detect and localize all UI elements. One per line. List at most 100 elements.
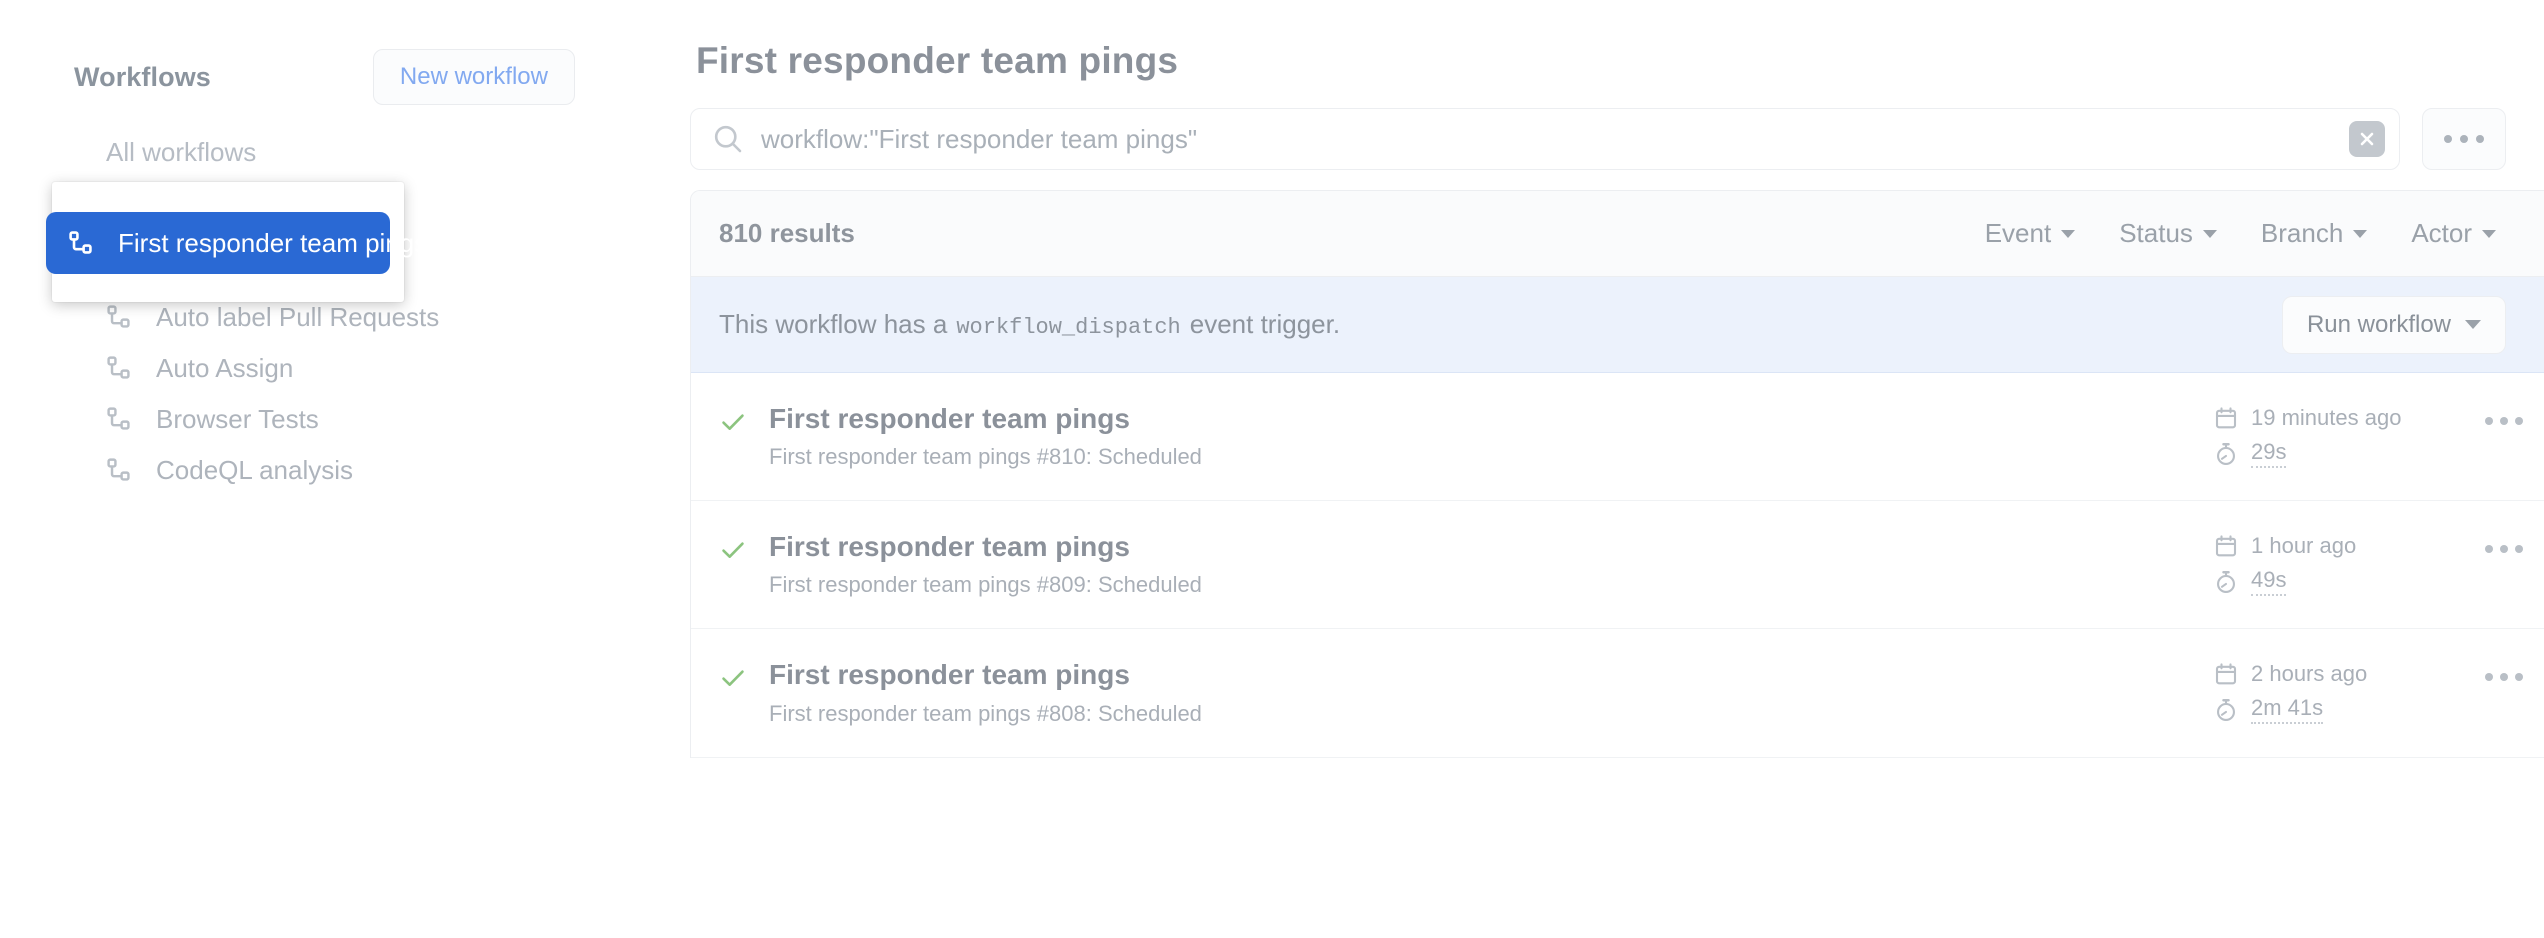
run-overflow-menu-button[interactable] (2464, 403, 2544, 425)
dispatch-text-after: event trigger. (1189, 309, 1341, 339)
kebab-icon (2515, 545, 2523, 554)
workflow-icon (68, 230, 94, 256)
filter-branch[interactable]: Branch (2260, 218, 2368, 249)
run-duration: 49s (2214, 567, 2464, 597)
table-row[interactable]: First responder team pings First respond… (691, 629, 2544, 758)
kebab-icon (2476, 135, 2484, 143)
check-icon (719, 408, 747, 436)
stopwatch-icon (2214, 442, 2238, 466)
run-title[interactable]: First responder team pings (769, 659, 2214, 691)
sidebar-item-codeql-analysis[interactable]: CodeQL analysis (0, 445, 650, 495)
filter-label: Branch (2260, 218, 2344, 248)
sidebar-item-label: CodeQL analysis (156, 454, 354, 485)
sidebar-item-label: Auto Assign (156, 352, 294, 383)
calendar-icon (2214, 662, 2238, 686)
filter-status[interactable]: Status (2119, 218, 2217, 249)
calendar-icon (2214, 406, 2238, 430)
stopwatch-icon (2214, 570, 2238, 594)
filter-event[interactable]: Event (1985, 218, 2076, 249)
filter-label: Actor (2411, 218, 2472, 248)
run-duration: 2m 41s (2214, 695, 2464, 725)
workflow-icon (106, 406, 132, 432)
workflow-dispatch-banner: This workflow has a workflow_dispatch ev… (691, 277, 2544, 373)
search-icon (713, 124, 743, 154)
table-row[interactable]: First responder team pings First respond… (691, 501, 2544, 630)
close-icon (2360, 132, 2374, 146)
dispatch-text-before: This workflow has a (719, 309, 948, 339)
kebab-icon (2485, 673, 2493, 682)
dispatch-banner-text: This workflow has a workflow_dispatch ev… (719, 309, 1340, 340)
run-workflow-label: Run workflow (2306, 310, 2451, 338)
sidebar-header: Workflows New workflow (0, 48, 690, 106)
filter-label: Status (2119, 218, 2193, 248)
sidebar-item-browser-tests[interactable]: Browser Tests (0, 394, 650, 444)
run-overflow-menu-button[interactable] (2464, 531, 2544, 554)
run-duration-label: 49s (2251, 567, 2287, 597)
run-time-label: 19 minutes ago (2251, 405, 2402, 430)
page-title: First responder team pings (696, 40, 1179, 81)
check-icon (719, 664, 747, 692)
run-summary: First responder team pings First respond… (769, 403, 2214, 470)
new-workflow-button[interactable]: New workflow (372, 49, 575, 105)
kebab-icon (2485, 417, 2493, 425)
kebab-icon (2444, 135, 2452, 143)
kebab-icon (2500, 545, 2508, 554)
table-row[interactable]: First responder team pings First respond… (691, 373, 2544, 502)
sidebar-item-label: Browser Tests (156, 403, 319, 434)
run-duration: 29s (2214, 439, 2464, 468)
search-input[interactable]: workflow:"First responder team pings" (690, 108, 2400, 170)
results-card: 810 results Event Status Branch Actor Th… (690, 190, 2544, 758)
run-workflow-button[interactable]: Run workflow (2281, 295, 2506, 354)
run-summary: First responder team pings First respond… (769, 659, 2214, 726)
workflow-icon (106, 355, 132, 381)
kebab-icon (2500, 417, 2508, 425)
run-subtitle: First responder team pings #810: Schedul… (769, 444, 1202, 470)
search-overflow-menu-button[interactable] (2422, 108, 2506, 170)
run-meta: 2 hours ago 2m 41s (2214, 659, 2464, 725)
workflows-sidebar: Workflows New workflow All workflows Fir… (0, 0, 690, 938)
sidebar-item-auto-assign[interactable]: Auto Assign (0, 343, 650, 393)
workflow-icon (106, 304, 132, 330)
chevron-down-icon (2202, 229, 2217, 238)
kebab-icon (2460, 135, 2468, 143)
run-overflow-menu-button[interactable] (2464, 659, 2544, 682)
workflows-page: Workflows New workflow All workflows Fir… (0, 0, 2544, 938)
run-title[interactable]: First responder team pings (769, 531, 2214, 563)
chevron-down-icon (2482, 229, 2496, 238)
sidebar-item-all-workflows[interactable]: All workflows (0, 132, 690, 172)
run-time-label: 2 hours ago (2251, 661, 2368, 687)
results-count: 810 results (719, 218, 855, 248)
run-meta: 1 hour ago 49s (2214, 531, 2464, 597)
filter-label: Event (1984, 218, 2052, 248)
run-title[interactable]: First responder team pings (769, 403, 2214, 435)
run-duration-label: 2m 41s (2251, 695, 2324, 725)
run-time: 2 hours ago (2214, 661, 2464, 687)
sidebar-title: Workflows (74, 61, 211, 92)
workflow-runs-main: First responder team pings workflow:"Fir… (690, 0, 2544, 938)
stopwatch-icon (2214, 698, 2238, 722)
run-time: 1 hour ago (2214, 533, 2464, 559)
sidebar-item-label: First responder team pings (118, 227, 428, 258)
sidebar-item-first-responder-team-pings[interactable]: First responder team pings (46, 212, 427, 274)
workflow-icon (106, 457, 132, 483)
kebab-icon (2485, 545, 2493, 554)
run-summary: First responder team pings First respond… (769, 531, 2214, 598)
run-subtitle: First responder team pings #808: Schedul… (769, 700, 1202, 726)
search-input-value: workflow:"First responder team pings" (761, 123, 1198, 154)
kebab-icon (2500, 673, 2508, 682)
results-header: 810 results Event Status Branch Actor (691, 191, 2544, 277)
chevron-down-icon (2353, 229, 2368, 238)
run-time: 19 minutes ago (2214, 405, 2464, 431)
kebab-icon (2515, 417, 2523, 425)
search-row: workflow:"First responder team pings" (690, 108, 2544, 170)
clear-search-button[interactable] (2349, 121, 2385, 157)
sidebar-item-label: Auto label Pull Requests (156, 301, 440, 332)
run-time-label: 1 hour ago (2251, 533, 2357, 559)
chevron-down-icon (2465, 320, 2481, 329)
run-duration-label: 29s (2251, 439, 2287, 468)
check-icon (719, 536, 747, 564)
chevron-down-icon (2061, 229, 2076, 238)
filter-bar: Event Status Branch Actor (1985, 218, 2496, 249)
filter-actor[interactable]: Actor (2411, 218, 2496, 249)
dispatch-event-name: workflow_dispatch (956, 315, 1181, 340)
